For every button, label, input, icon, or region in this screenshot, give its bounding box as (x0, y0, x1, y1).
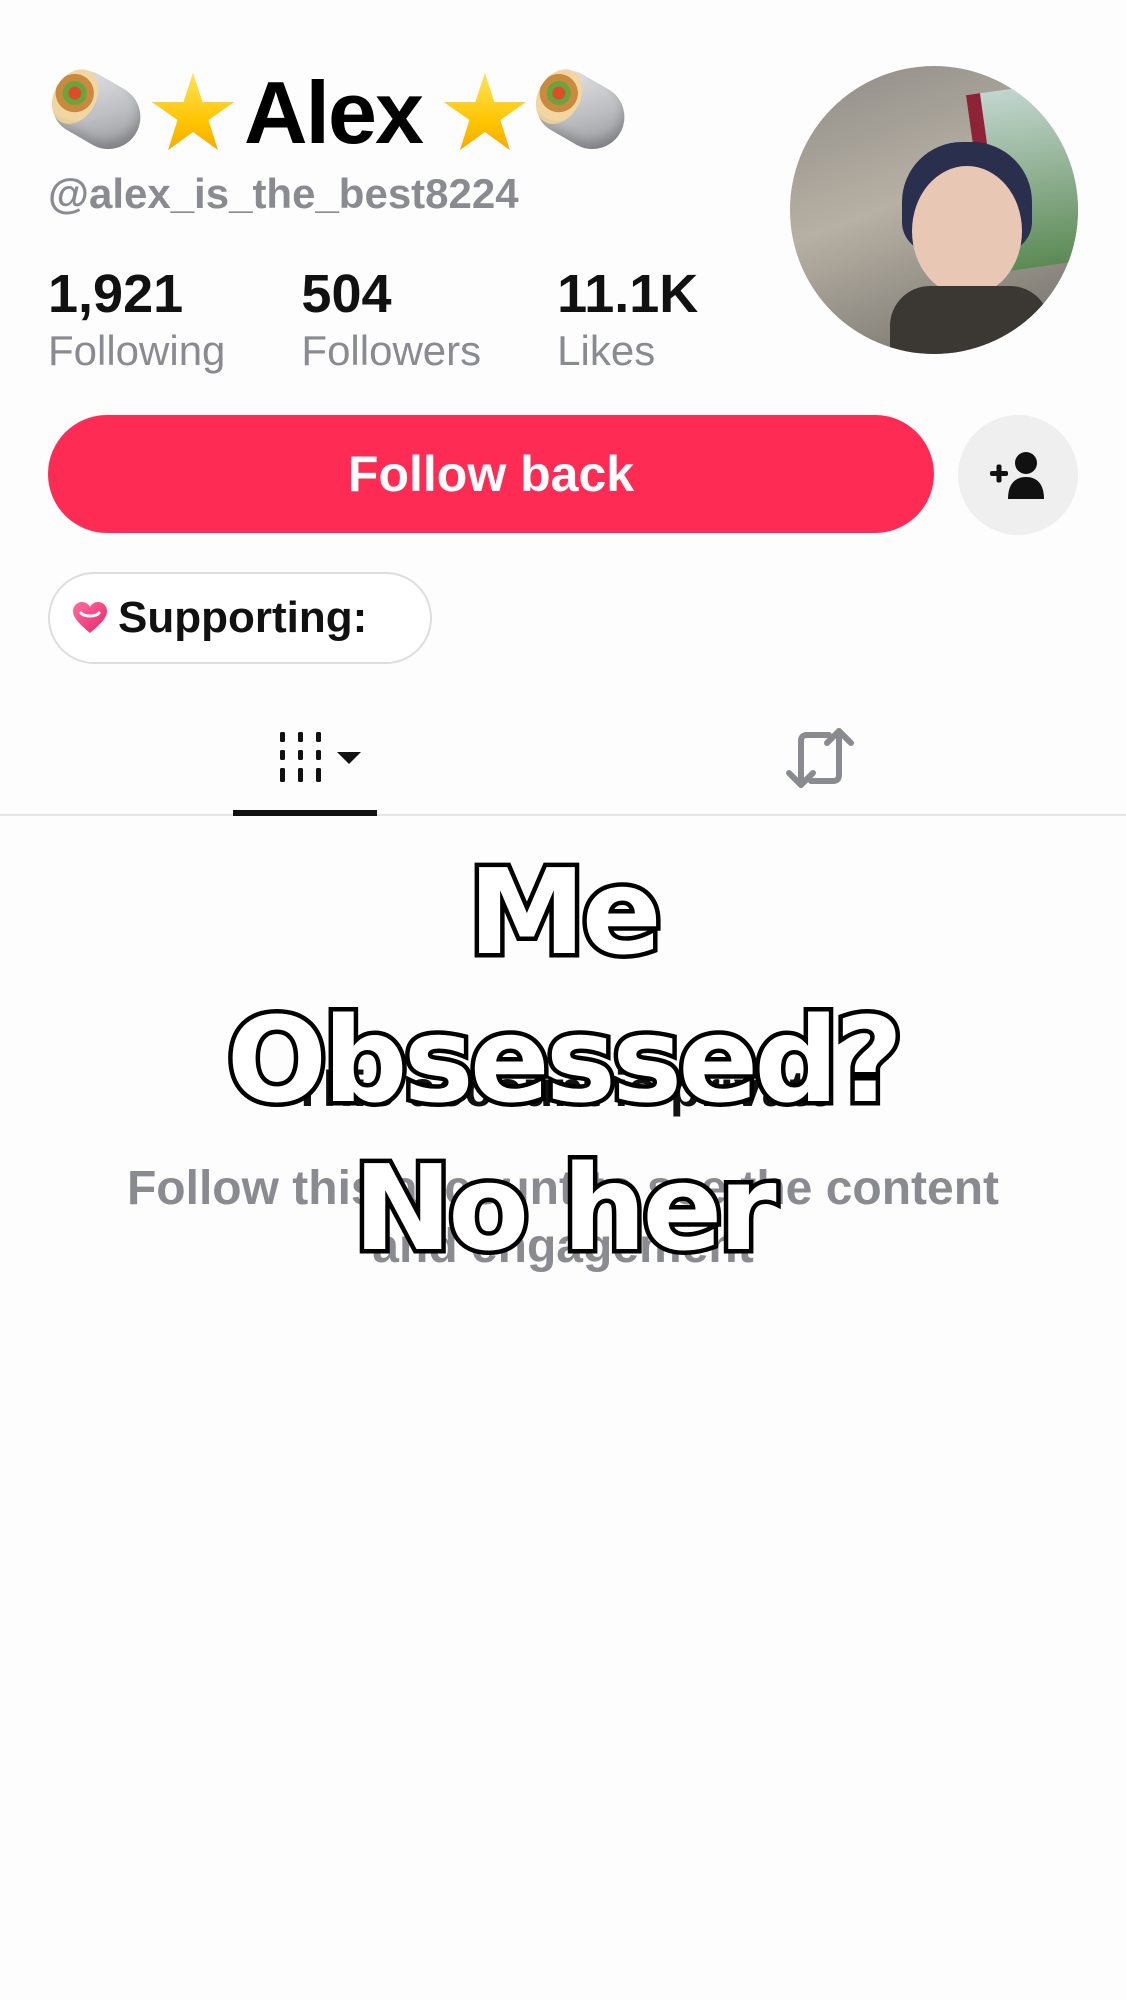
supporting-label: Supporting: (118, 593, 368, 642)
stat-label: Following (48, 327, 226, 374)
stat-likes: 11.1K Likes (557, 262, 698, 376)
follow-back-button[interactable]: Follow back (48, 415, 934, 533)
video-caption-overlay: Me Obsessed? No her (0, 838, 1126, 1282)
stat-followers[interactable]: 504 Followers (301, 262, 481, 376)
stat-label: Likes (557, 327, 656, 374)
tab-videos[interactable] (233, 700, 377, 816)
stat-value: 1,921 (48, 264, 184, 324)
supporting-chip[interactable]: Supporting: (48, 572, 432, 664)
star-icon (144, 65, 240, 161)
stat-value: 504 (301, 264, 392, 324)
add-user-icon (990, 452, 1044, 499)
avatar-face (912, 166, 1022, 296)
caption-line: Me (464, 839, 666, 986)
burrito-icon (527, 61, 636, 161)
tab-reposts[interactable] (760, 700, 880, 816)
profile-page: Alex @alex_is_the_best8224 1,921 Followi… (0, 0, 1126, 2000)
display-name: Alex (244, 63, 424, 162)
stat-label: Followers (301, 327, 482, 374)
caption-line: Obsessed? (222, 987, 907, 1134)
username: @alex_is_the_best8224 (48, 170, 519, 217)
avatar-shirt (890, 286, 1050, 354)
heart-icon (73, 602, 107, 633)
profile-stats: 1,921 Following 504 Followers 11.1K Like… (48, 262, 774, 376)
profile-name-row: Alex (43, 58, 636, 168)
caption-line: No her (349, 1135, 781, 1282)
repost-icon (786, 728, 854, 788)
avatar[interactable] (790, 66, 1078, 354)
profile-tabs (0, 700, 1126, 816)
chevron-down-icon (337, 752, 361, 764)
star-icon (436, 65, 532, 161)
videos-grid-icon (280, 732, 321, 782)
add-friend-button[interactable] (958, 415, 1078, 535)
stat-value: 11.1K (557, 264, 699, 324)
stat-following[interactable]: 1,921 Following (48, 262, 225, 376)
burrito-icon (43, 61, 153, 161)
active-tab-indicator (233, 810, 377, 816)
